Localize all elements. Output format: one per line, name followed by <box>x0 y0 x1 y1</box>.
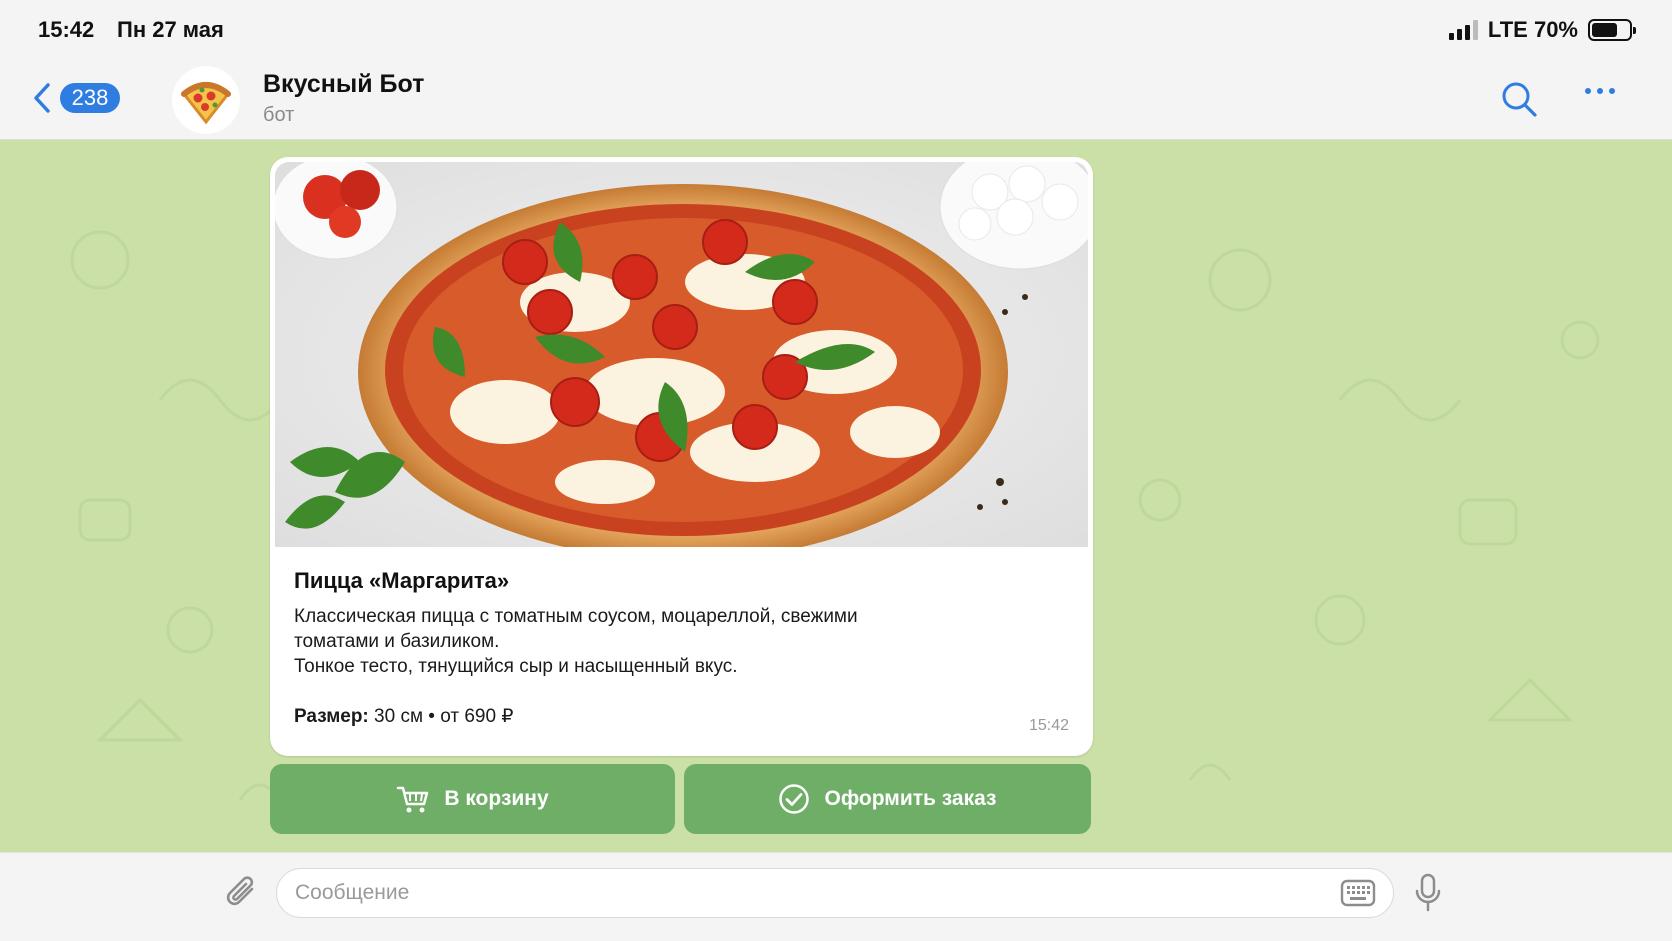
more-dot <box>1597 88 1603 94</box>
product-title: Пицца «Маргарита» <box>294 568 510 593</box>
microphone-icon <box>1415 873 1441 912</box>
more-dots-icon <box>1585 88 1591 94</box>
check-circle-icon <box>779 784 810 814</box>
chat-subtitle: бот <box>263 104 295 126</box>
message-input-bar <box>0 852 1672 941</box>
description-line: томатами и базиликом. <box>294 631 500 652</box>
attach-button[interactable] <box>225 875 261 918</box>
size-label: Размер: <box>294 706 369 727</box>
checkout-button[interactable]: Оформить заказ <box>684 764 1091 834</box>
cart-icon <box>397 786 429 813</box>
battery-fill <box>1592 23 1618 37</box>
pizza-slice-icon <box>181 82 231 125</box>
chat-title: Вкусный Бот <box>263 70 425 98</box>
product-size-price: Размер: 30 см • от 690 ₽ <box>294 705 513 728</box>
keyboard-toggle-button[interactable] <box>1340 879 1376 912</box>
status-time: 15:42 <box>38 17 95 42</box>
signal-icon <box>1448 20 1478 40</box>
add-to-cart-button[interactable]: В корзину <box>270 764 675 834</box>
status-bar: 15:42 Пн 27 мая LTE 70% <box>0 0 1672 58</box>
search-button[interactable] <box>1500 80 1538 123</box>
price-separator: • <box>428 706 435 727</box>
description-line: Классическая пицца с томатным соусом, мо… <box>294 606 858 627</box>
battery-icon <box>1588 19 1636 41</box>
chevron-left-icon <box>34 83 50 113</box>
description-line: Тонкое тесто, тянущийся сыр и насыщенный… <box>294 656 738 677</box>
size-value: 30 см <box>374 706 424 727</box>
product-photo[interactable] <box>275 162 1088 547</box>
cart-button-label: В корзину <box>444 787 549 810</box>
status-indicators: LTE 70% <box>1448 17 1636 43</box>
unread-badge: 238 <box>60 83 120 113</box>
message-input[interactable] <box>276 868 1394 918</box>
more-dot <box>1609 88 1615 94</box>
pizza-image <box>275 162 1088 547</box>
checkout-button-label: Оформить заказ <box>824 787 997 810</box>
product-description: Классическая пицца с томатным соусом, мо… <box>294 604 994 679</box>
back-button[interactable]: 238 <box>32 82 120 114</box>
more-button[interactable] <box>1585 88 1615 94</box>
status-date: Пн 27 мая <box>117 17 224 42</box>
paperclip-icon <box>226 876 254 906</box>
voice-message-button[interactable] <box>1414 873 1442 918</box>
product-message: Пицца «Маргарита» Классическая пицца с т… <box>270 157 1093 756</box>
network-label: LTE 70% <box>1487 17 1578 42</box>
price-value: от 690 ₽ <box>440 706 514 727</box>
message-time: 15:42 <box>1028 717 1069 734</box>
chat-header: 238 Вкусный Бот бот <box>0 58 1672 140</box>
avatar[interactable] <box>172 66 240 134</box>
search-icon <box>1502 82 1537 117</box>
keyboard-icon <box>1340 879 1376 907</box>
